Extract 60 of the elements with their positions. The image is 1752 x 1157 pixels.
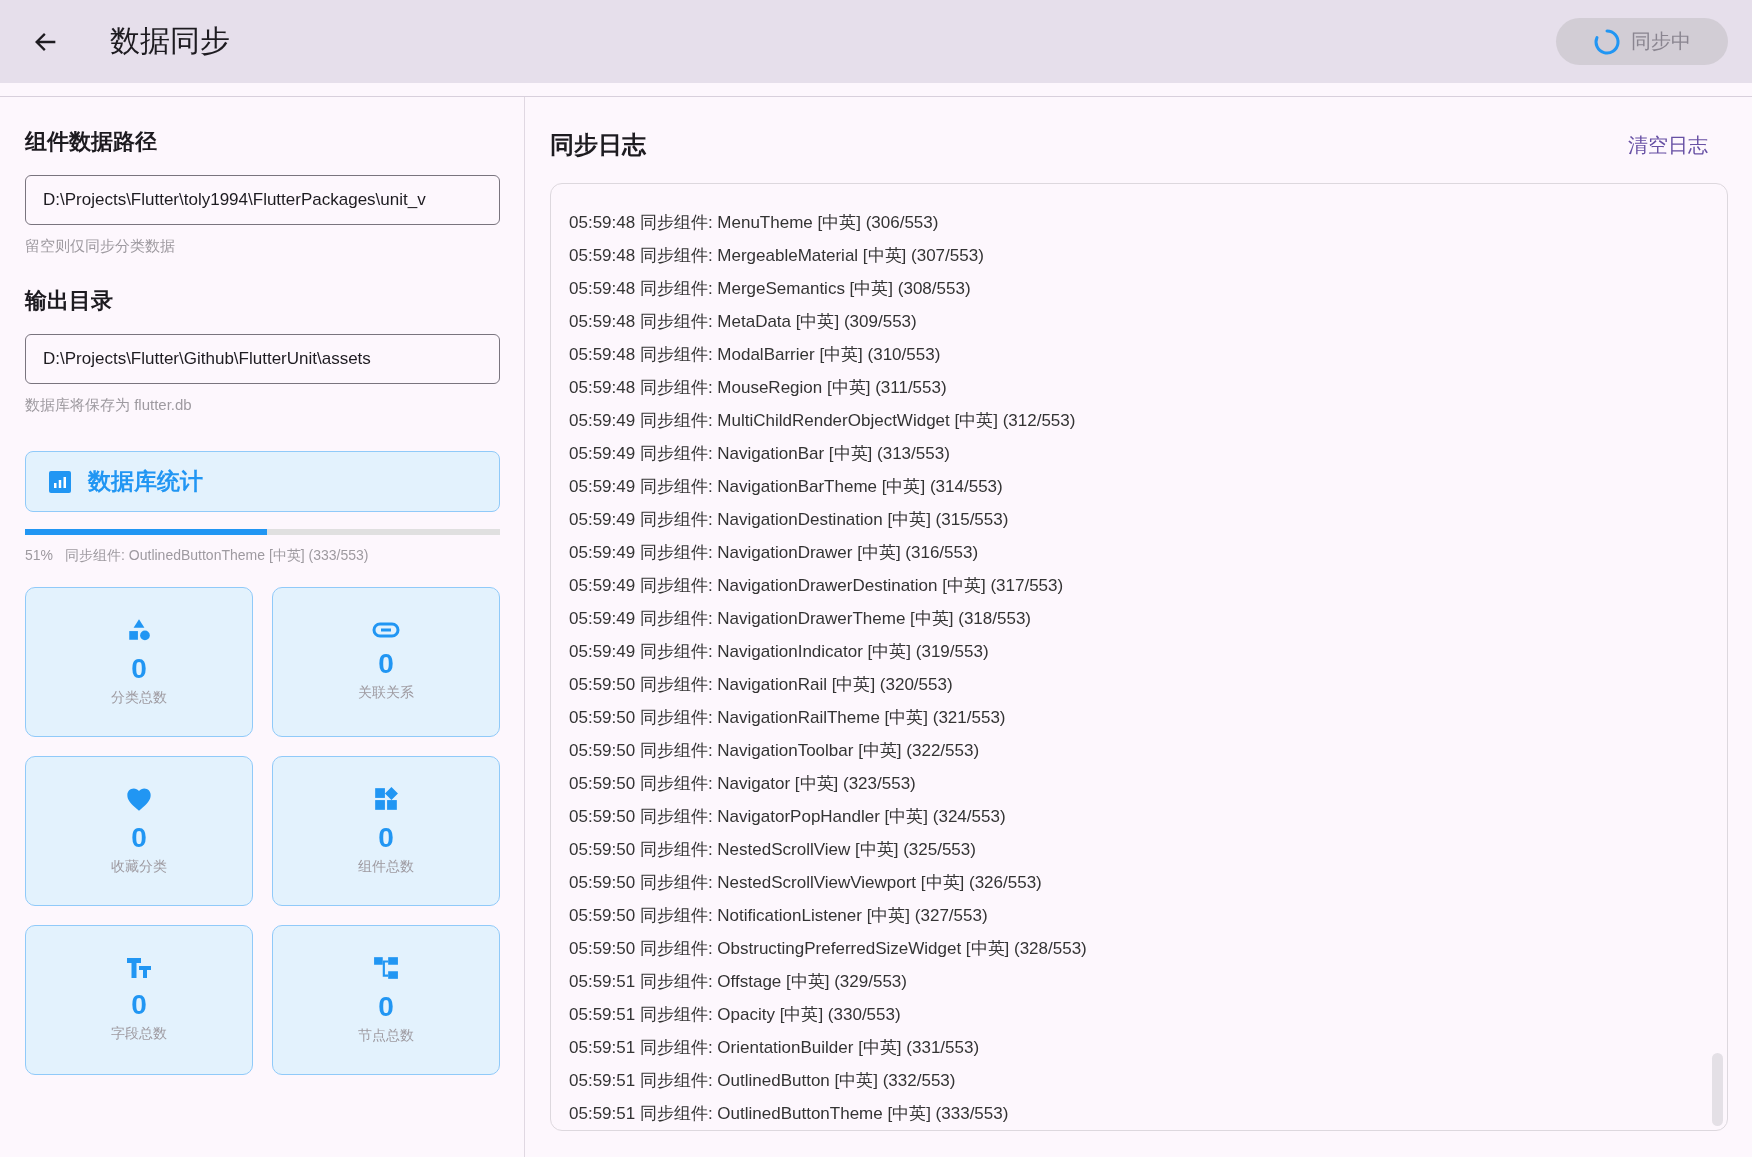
log-line: 05:59:48 同步组件: ModalBarrier [中英] (310/553): [569, 344, 942, 366]
scrollbar-thumb[interactable]: [1712, 1053, 1723, 1126]
heart-icon: [125, 786, 153, 812]
spinner-icon: [1593, 27, 1621, 56]
stat-label: 字段总数: [111, 1025, 167, 1043]
stat-value: 0: [378, 648, 394, 680]
log-line: 05:59:50 同步组件: NavigatorPopHandler [中英] (324/553): [569, 806, 1007, 828]
stat-label: 收藏分类: [111, 858, 167, 876]
log-line: 05:59:51 同步组件: OutlinedButtonTheme [中英] (333/553): [569, 1103, 1010, 1125]
log-line: 05:59:49 同步组件: MultiChildRenderObjectWidget [中英] (312/553): [569, 410, 1077, 432]
log-line: 05:59:48 同步组件: MouseRegion [中英] (311/553): [569, 377, 948, 399]
link-icon: [372, 622, 400, 638]
section-title: 输出目录: [25, 287, 114, 315]
log-line: 05:59:51 同步组件: Opacity [中英] (330/553): [569, 1004, 902, 1026]
log-line: 05:59:49 同步组件: NavigationBar [中英] (313/553): [569, 443, 951, 465]
page-title: 数据同步: [110, 23, 231, 59]
log-line: 05:59:51 同步组件: Offstage [中英] (329/553): [569, 971, 908, 993]
log-line: 05:59:49 同步组件: NavigationDrawerDestination [中英] (317/553): [569, 575, 1065, 597]
stat-value: 0: [378, 991, 394, 1023]
field-hint: 留空则仅同步分类数据: [25, 237, 176, 256]
stat-value: 0: [378, 822, 394, 854]
log-line: 05:59:48 同步组件: MergeableMaterial [中英] (307/553): [569, 245, 985, 267]
log-line: 05:59:50 同步组件: NotificationListener [中英] (327/553): [569, 905, 989, 927]
log-line: 05:59:49 同步组件: NavigationDrawer [中英] (316/553): [569, 542, 980, 564]
bar-chart-icon: [48, 469, 72, 494]
log-line: 05:59:49 同步组件: NavigationDrawerTheme [中英] (318/553): [569, 608, 1033, 630]
text-size-icon: [126, 957, 152, 979]
progress-percent: 51%: [25, 547, 54, 565]
log-line: 05:59:49 同步组件: NavigationBarTheme [中英] (314/553): [569, 476, 1004, 498]
stat-value: 0: [131, 822, 147, 854]
shapes-icon: [126, 617, 152, 643]
input-field[interactable]: D:\Projects\Flutter\toly1994\FlutterPackages\unit_v: [25, 175, 500, 225]
widgets-icon: [373, 786, 399, 812]
log-line: 05:59:49 同步组件: NavigationDestination [中英] (315/553): [569, 509, 1010, 531]
clear-log-button[interactable]: 清空日志: [1608, 131, 1728, 159]
tree-icon: [373, 955, 399, 981]
log-line: 05:59:48 同步组件: MergeSemantics [中英] (308/553): [569, 278, 972, 300]
log-line: 05:59:50 同步组件: NestedScrollView [中英] (325/553): [569, 839, 977, 861]
log-line: 05:59:50 同步组件: Navigator [中英] (323/553): [569, 773, 917, 795]
log-line: 05:59:51 同步组件: OrientationBuilder [中英] (331/553): [569, 1037, 981, 1059]
stat-value: 0: [131, 653, 147, 685]
log-line: 05:59:50 同步组件: NestedScrollViewViewport [中英] (326/553): [569, 872, 1043, 894]
input-field[interactable]: D:\Projects\Flutter\Github\FlutterUnit\assets: [25, 334, 500, 384]
log-title: 同步日志: [550, 130, 646, 160]
log-line: 05:59:50 同步组件: NavigationToolbar [中英] (322/553): [569, 740, 981, 762]
log-line: 05:59:48 同步组件: MetaData [中英] (309/553): [569, 311, 918, 333]
field-hint: 数据库将保存为 flutter.db: [25, 396, 193, 415]
log-line: 05:59:49 同步组件: NavigationIndicator [中英] (319/553): [569, 641, 990, 663]
stat-label: 分类总数: [111, 689, 167, 707]
log-line: 05:59:51 同步组件: OutlinedButton [中英] (332/553): [569, 1070, 957, 1092]
stat-value: 0: [131, 989, 147, 1021]
section-title: 组件数据路径: [25, 128, 158, 156]
log-line: 05:59:50 同步组件: NavigationRail [中英] (320/553): [569, 674, 954, 696]
progress-message: 同步组件: OutlinedButtonTheme [中英] (333/553): [65, 547, 369, 565]
stat-label: 节点总数: [358, 1027, 414, 1045]
log-line: 05:59:48 同步组件: MenuTheme [中英] (306/553): [569, 212, 940, 234]
stat-label: 关联关系: [358, 684, 414, 702]
stat-label: 组件总数: [358, 858, 414, 876]
log-line: 05:59:50 同步组件: NavigationRailTheme [中英] (321/553): [569, 707, 1007, 729]
log-line: 05:59:50 同步组件: ObstructingPreferredSizeWidget [中英] (328/553): [569, 938, 1088, 960]
